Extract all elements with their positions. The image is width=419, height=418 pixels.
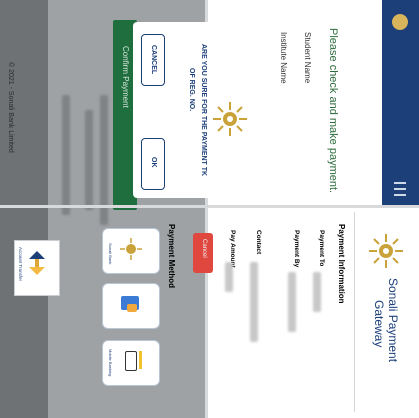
screen: Sonali Payment Gateway Payment Informati…	[0, 0, 419, 418]
account-transfer-option[interactable]: Account Transfer	[14, 240, 60, 296]
header-divider	[354, 212, 355, 412]
mobile-banking-option[interactable]: Mobile Banking	[102, 340, 160, 386]
copyright-text: © 2021 - Sonali Bank Limited	[7, 62, 14, 153]
payment-to-label: Payment To	[318, 230, 325, 267]
confirm-payment-label: Confirm Payment	[121, 46, 130, 108]
section-payment-method: Payment Method	[167, 224, 176, 289]
cancel-button[interactable]: Cancel	[193, 233, 213, 273]
payment-by-value	[288, 272, 296, 332]
mobile-banking-label: Mobile Banking	[108, 349, 113, 377]
confirm-modal: ARE YOU SURE FOR THE PAYMENT TK OF REG. …	[133, 22, 263, 198]
redacted-text	[85, 110, 93, 210]
modal-logo-icon	[213, 102, 247, 136]
menu-icon[interactable]	[394, 182, 406, 184]
modal-message-line1: ARE YOU SURE FOR THE PAYMENT TK	[200, 44, 207, 177]
modal-cancel-label: CANCEL	[150, 45, 157, 75]
contact-label: Contact	[255, 230, 262, 255]
account-transfer-label: Account Transfer	[18, 247, 23, 282]
menu-icon-line	[394, 188, 406, 190]
modal-cancel-button[interactable]: CANCEL	[141, 34, 165, 86]
section-payment-information: Payment Information	[337, 224, 346, 304]
contact-value	[250, 262, 258, 342]
card-option[interactable]	[102, 283, 160, 329]
sonali-bank-label: Sonali Bank	[108, 243, 113, 265]
phone-icon	[125, 351, 137, 371]
transfer-arrows-icon	[29, 251, 45, 275]
sonali-logo-icon	[369, 234, 403, 268]
gateway-subtitle: Gateway	[372, 300, 386, 348]
modal-message-line2: OF REG. NO.	[188, 68, 195, 112]
student-name-label: Student Name	[303, 32, 312, 84]
gateway-title: Sonali Payment	[386, 278, 400, 363]
card-icon-accent	[127, 304, 137, 312]
redacted-text	[62, 95, 70, 215]
instruction-text: Please check and make payment.	[327, 28, 339, 194]
horizontal-divider	[0, 205, 419, 208]
sonali-bank-option[interactable]: Sonali Bank	[102, 228, 160, 274]
left-navbar	[382, 0, 419, 207]
cancel-button-label: Cancel	[201, 239, 207, 258]
payment-to-value	[313, 272, 321, 312]
modal-ok-label: OK	[150, 157, 157, 168]
modal-ok-button[interactable]: OK	[141, 138, 165, 190]
payment-by-label: Payment By	[293, 230, 300, 268]
institute-name-label: Institute Name	[279, 32, 288, 84]
menu-icon-line	[394, 194, 406, 196]
pay-amount-value	[225, 262, 233, 292]
sonali-logo-small	[392, 14, 408, 30]
signal-icon	[139, 351, 142, 369]
sonali-bank-icon	[120, 238, 142, 260]
